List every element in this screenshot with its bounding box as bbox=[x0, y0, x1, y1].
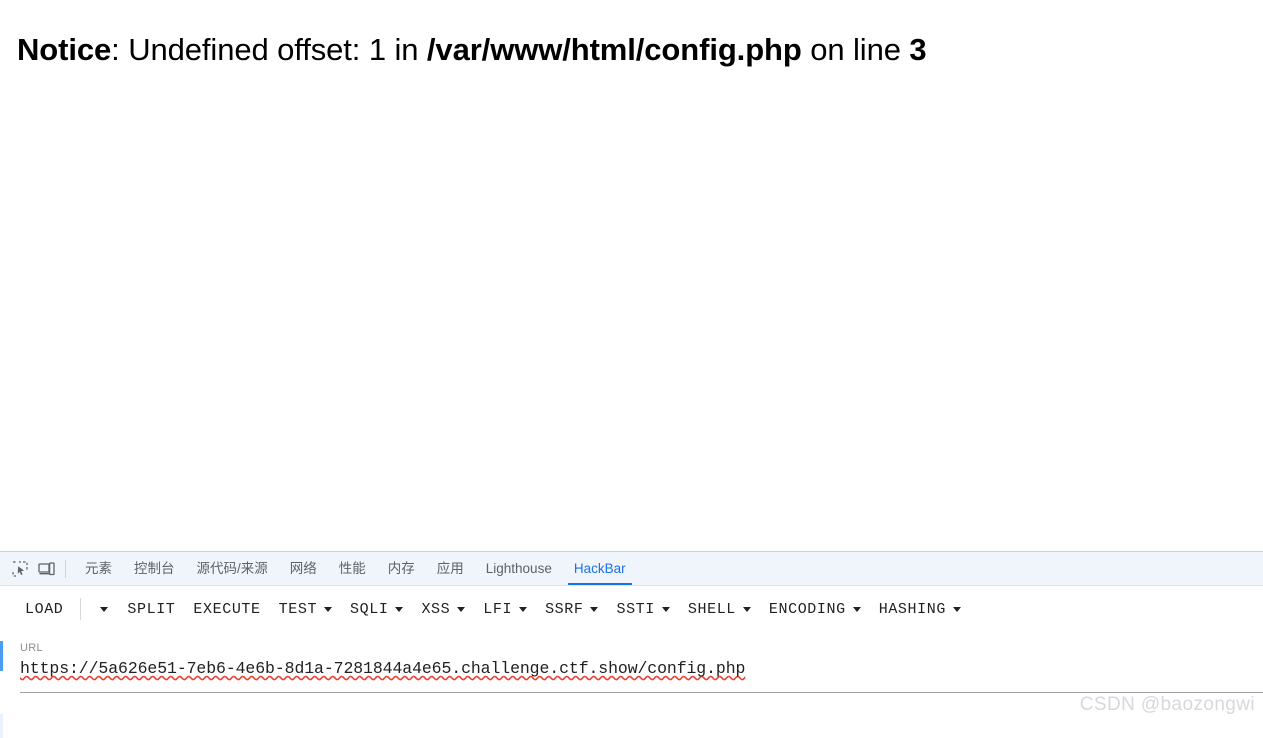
hackbar-hashing-label: HASHING bbox=[878, 600, 946, 618]
devtools-panel: 元素 控制台 源代码/来源 网络 性能 内存 应用 Lighthouse Hac… bbox=[0, 551, 1263, 738]
tab-network[interactable]: 网络 bbox=[279, 552, 328, 585]
inspect-element-icon[interactable] bbox=[7, 556, 33, 582]
hackbar-encoding-menu[interactable]: ENCODING bbox=[760, 597, 870, 622]
chevron-down-icon bbox=[519, 606, 528, 612]
tab-sources[interactable]: 源代码/来源 bbox=[186, 552, 279, 585]
chevron-down-icon bbox=[661, 606, 670, 612]
hackbar-load-button[interactable]: LOAD bbox=[16, 597, 72, 622]
tab-hackbar[interactable]: HackBar bbox=[563, 552, 637, 585]
php-notice-text: Undefined offset: 1 in bbox=[128, 32, 427, 67]
toolbar-divider bbox=[65, 559, 66, 578]
hackbar-lfi-menu[interactable]: LFI bbox=[474, 597, 536, 622]
chevron-down-icon bbox=[457, 606, 466, 612]
php-notice-online: on line bbox=[801, 32, 910, 67]
hackbar-ssti-menu[interactable]: SSTI bbox=[607, 597, 678, 622]
url-field-focus-indicator bbox=[0, 641, 3, 671]
hackbar-xss-label: XSS bbox=[421, 600, 451, 618]
hackbar-ssti-label: SSTI bbox=[616, 600, 655, 618]
chevron-down-icon bbox=[395, 606, 404, 612]
hackbar-test-menu[interactable]: TEST bbox=[270, 597, 341, 622]
hackbar-load-dropdown-button[interactable] bbox=[83, 601, 118, 618]
device-toolbar-icon[interactable] bbox=[33, 556, 59, 582]
browser-page-viewport: Notice: Undefined offset: 1 in /var/www/… bbox=[0, 0, 1263, 551]
chevron-down-icon bbox=[852, 606, 861, 612]
php-notice-file: /var/www/html/config.php bbox=[426, 32, 802, 67]
hackbar-shell-menu[interactable]: SHELL bbox=[679, 597, 760, 622]
hackbar-ssrf-menu[interactable]: SSRF bbox=[536, 597, 607, 622]
hackbar-url-section: URL https://5a626e51-7eb6-4e6b-8d1a-7281… bbox=[0, 632, 1263, 693]
bottom-accent-bar bbox=[0, 714, 3, 738]
tab-application[interactable]: 应用 bbox=[426, 552, 475, 585]
php-notice-linenumber: 3 bbox=[909, 32, 927, 67]
chevron-down-icon bbox=[590, 606, 599, 612]
url-field-label: URL bbox=[20, 642, 43, 654]
hackbar-hashing-menu[interactable]: HASHING bbox=[870, 597, 970, 622]
url-input[interactable]: https://5a626e51-7eb6-4e6b-8d1a-7281844a… bbox=[20, 659, 745, 680]
chevron-down-icon bbox=[952, 606, 961, 612]
hackbar-shell-label: SHELL bbox=[687, 600, 736, 618]
chevron-down-icon bbox=[742, 606, 751, 612]
hackbar-toolbar: LOAD SPLIT EXECUTE TEST SQLI XSS LFI SSR… bbox=[0, 586, 1263, 632]
load-button-divider bbox=[80, 598, 82, 620]
php-notice-level: Notice bbox=[17, 32, 112, 67]
hackbar-bottom-strip bbox=[0, 714, 1263, 738]
hackbar-sqli-menu[interactable]: SQLI bbox=[341, 597, 412, 622]
hackbar-test-label: TEST bbox=[278, 600, 318, 618]
url-input-underline bbox=[20, 692, 1263, 693]
tab-memory[interactable]: 内存 bbox=[377, 552, 426, 585]
hackbar-sqli-label: SQLI bbox=[350, 600, 389, 618]
chevron-down-icon bbox=[324, 606, 333, 612]
hackbar-encoding-label: ENCODING bbox=[768, 600, 846, 618]
tab-lighthouse[interactable]: Lighthouse bbox=[475, 552, 563, 585]
hackbar-xss-menu[interactable]: XSS bbox=[412, 597, 474, 622]
devtools-tabbar: 元素 控制台 源代码/来源 网络 性能 内存 应用 Lighthouse Hac… bbox=[0, 552, 1263, 586]
hackbar-lfi-label: LFI bbox=[483, 600, 513, 618]
tab-console[interactable]: 控制台 bbox=[123, 552, 186, 585]
tab-performance[interactable]: 性能 bbox=[328, 552, 377, 585]
hackbar-execute-button[interactable]: EXECUTE bbox=[184, 597, 269, 622]
php-notice-message: Notice: Undefined offset: 1 in /var/www/… bbox=[17, 31, 927, 70]
php-notice-colon: : bbox=[111, 32, 129, 67]
hackbar-ssrf-label: SSRF bbox=[545, 600, 584, 618]
hackbar-split-button[interactable]: SPLIT bbox=[118, 597, 184, 622]
chevron-down-icon bbox=[100, 606, 109, 612]
tab-elements[interactable]: 元素 bbox=[74, 552, 123, 585]
